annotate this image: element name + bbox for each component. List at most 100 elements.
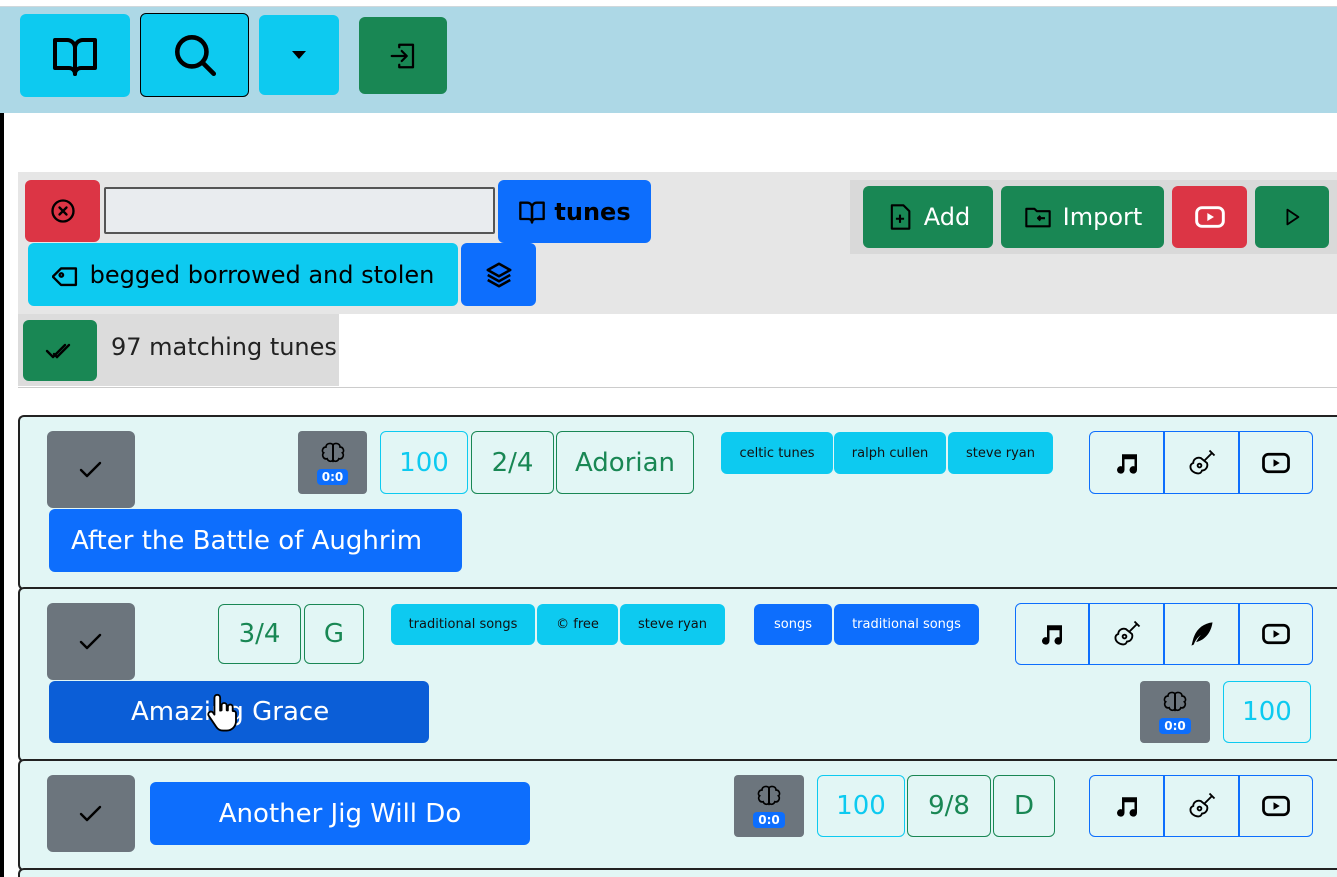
chords-button[interactable] (1164, 431, 1239, 494)
music-note-icon (1116, 797, 1137, 817)
tag-icon (51, 266, 77, 286)
memory-score: 0:0 (1159, 718, 1191, 734)
left-border (0, 113, 4, 877)
meter-button[interactable]: 2/4 (471, 431, 554, 494)
book-filter-button[interactable]: begged borrowed and stolen (28, 243, 458, 306)
layers-icon (486, 262, 511, 287)
collection-button[interactable]: tunes (498, 180, 651, 243)
clear-search-button[interactable] (25, 180, 100, 242)
tag-label: steve ryan (966, 445, 1035, 461)
quill-icon (1191, 622, 1212, 646)
tag-button[interactable]: steve ryan (620, 604, 725, 645)
tag-button[interactable]: © free (537, 604, 618, 645)
music-note-icon (1116, 453, 1137, 474)
youtube-button[interactable] (1239, 431, 1313, 494)
play-icon (1286, 208, 1300, 226)
search-input[interactable] (104, 187, 495, 234)
tempo-value: 100 (836, 791, 886, 821)
file-plus-icon (890, 204, 911, 230)
tempo-button[interactable]: 100 (380, 431, 468, 494)
layers-button[interactable] (461, 243, 536, 306)
x-circle-icon (50, 199, 75, 223)
tunes-book-button[interactable] (20, 14, 130, 97)
tune-title: Another Jig Will Do (218, 798, 462, 829)
notation-button[interactable] (1015, 603, 1089, 665)
guitar-icon (1189, 449, 1215, 474)
key-value: G (323, 619, 345, 649)
notation-button[interactable] (1089, 431, 1164, 494)
youtube-button[interactable] (1239, 603, 1313, 665)
book-filter-label: begged borrowed and stolen (89, 260, 435, 289)
youtube-button[interactable] (1239, 775, 1313, 837)
add-label: Add (923, 203, 971, 231)
meter-button[interactable]: 9/8 (907, 775, 991, 837)
match-count-text: 97 matching tunes (111, 333, 337, 361)
youtube-icon (1262, 623, 1290, 645)
tempo-button[interactable]: 100 (1223, 681, 1311, 743)
tempo-value: 100 (1242, 697, 1292, 727)
check-icon (79, 805, 102, 821)
book-tag-label: traditional songs (852, 617, 961, 632)
dropdown-button[interactable] (259, 15, 339, 95)
notation-button[interactable] (1089, 775, 1164, 837)
caret-down-icon (292, 51, 306, 59)
youtube-button[interactable] (1172, 186, 1247, 248)
brain-icon (321, 442, 344, 462)
tag-button[interactable]: celtic tunes (721, 432, 833, 474)
memory-button[interactable]: 0:0 (298, 431, 367, 494)
key-value: D (1013, 791, 1035, 821)
select-all-button[interactable] (23, 320, 97, 381)
tempo-button[interactable]: 100 (817, 775, 905, 837)
folder-import-icon (1024, 207, 1051, 228)
music-note-icon (1042, 625, 1063, 645)
tag-button[interactable]: traditional songs (391, 604, 535, 645)
brain-icon (757, 785, 781, 806)
youtube-icon (1262, 795, 1290, 817)
tag-label: traditional songs (408, 617, 518, 632)
tempo-value: 100 (399, 447, 449, 478)
tune-title-button[interactable]: Another Jig Will Do (150, 782, 530, 845)
key-button[interactable]: Adorian (556, 431, 694, 494)
tune-row (18, 868, 1337, 877)
select-tune-button[interactable] (47, 603, 135, 680)
meter-value: 2/4 (491, 447, 534, 478)
key-button[interactable]: G (304, 604, 364, 664)
tune-title: After the Battle of Aughrim (71, 525, 423, 556)
login-icon (390, 43, 415, 68)
memory-score: 0:0 (316, 468, 349, 485)
search-icon (174, 35, 216, 77)
key-button[interactable]: D (993, 775, 1055, 837)
hand-pointer-icon (207, 693, 237, 732)
youtube-icon (1262, 452, 1290, 473)
guitar-icon (1189, 792, 1215, 818)
book-icon (53, 37, 97, 76)
guitar-icon (1114, 620, 1140, 646)
memory-button[interactable]: 0:0 (734, 775, 804, 837)
memory-button[interactable]: 0:0 (1140, 681, 1210, 743)
check-icon (79, 633, 102, 649)
search-button[interactable] (140, 13, 249, 97)
play-button[interactable] (1255, 186, 1329, 248)
meter-button[interactable]: 3/4 (218, 604, 301, 664)
select-tune-button[interactable] (47, 775, 135, 852)
meter-value: 3/4 (238, 619, 281, 649)
book-icon (519, 201, 546, 224)
divider (18, 387, 1337, 388)
youtube-icon (1194, 206, 1225, 228)
import-button[interactable]: Import (1001, 186, 1164, 248)
chords-button[interactable] (1089, 603, 1164, 665)
brain-icon (1163, 691, 1187, 712)
book-tag-button[interactable]: songs (754, 604, 832, 645)
book-tag-button[interactable]: traditional songs (834, 604, 979, 645)
chords-button[interactable] (1164, 775, 1239, 837)
tune-title-button[interactable]: After the Battle of Aughrim (49, 509, 462, 572)
login-button[interactable] (359, 17, 447, 94)
tag-label: © free (556, 617, 599, 632)
lyrics-button[interactable] (1164, 603, 1239, 665)
select-tune-button[interactable] (47, 431, 135, 508)
add-button[interactable]: Add (863, 186, 993, 248)
tag-button[interactable]: steve ryan (948, 432, 1053, 474)
check-icon (79, 461, 102, 477)
tag-button[interactable]: ralph cullen (834, 432, 946, 474)
tag-label: celtic tunes (739, 445, 815, 461)
